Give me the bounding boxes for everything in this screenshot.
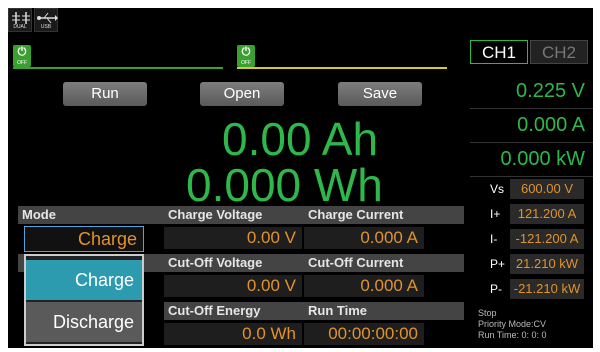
param-label-p-plus: P+ bbox=[490, 257, 506, 271]
usb-icon[interactable]: USB bbox=[34, 8, 58, 32]
power-icon: ⏻ bbox=[17, 46, 27, 58]
ch2-power-state: OFF bbox=[241, 60, 251, 66]
dual-mode-icon[interactable]: DUAL bbox=[8, 8, 32, 32]
ch2-indicator-line bbox=[237, 67, 447, 69]
divider bbox=[470, 176, 593, 177]
cutoff-energy-label: Cut-Off Energy bbox=[164, 302, 304, 320]
tab-ch2[interactable]: CH2 bbox=[530, 40, 588, 64]
priority-mode-text: Priority Mode:CV bbox=[478, 319, 547, 329]
run-state-text: Stop bbox=[478, 308, 497, 318]
param-label-vs: Vs bbox=[490, 182, 505, 196]
power-measurement: 0.000 kW bbox=[500, 148, 585, 170]
tab-ch1[interactable]: CH1 bbox=[470, 40, 528, 64]
charge-voltage-field[interactable]: 0.00 V bbox=[164, 227, 302, 249]
divider bbox=[470, 108, 593, 109]
ch1-indicator-line bbox=[13, 67, 223, 69]
mode-option-charge[interactable]: Charge bbox=[26, 260, 142, 300]
open-button[interactable]: Open bbox=[200, 82, 284, 106]
mode-label: Mode bbox=[18, 206, 164, 224]
cutoff-energy-field[interactable]: 0.0 Wh bbox=[164, 323, 302, 345]
capacity-readout: 0.00 Ah bbox=[222, 113, 379, 165]
param-value-i-plus: 121.200 A bbox=[510, 204, 584, 224]
charge-current-label: Charge Current bbox=[304, 206, 464, 224]
dual-label: DUAL bbox=[13, 24, 27, 30]
cutoff-current-field[interactable]: 0.000 A bbox=[304, 275, 424, 297]
voltage-measurement: 0.225 V bbox=[516, 80, 585, 102]
param-value-p-minus: -21.210 kW bbox=[510, 279, 584, 299]
run-time-label: Run Time bbox=[304, 302, 464, 320]
cutoff-voltage-label: Cut-Off Voltage bbox=[164, 254, 304, 272]
divider bbox=[470, 142, 593, 143]
mode-dropdown: Charge Discharge bbox=[24, 254, 144, 346]
param-label-p-minus: P- bbox=[490, 282, 502, 296]
power-icon: ⏻ bbox=[241, 46, 251, 58]
param-label-i-plus: I+ bbox=[490, 207, 501, 221]
param-value-p-plus: 21.210 kW bbox=[510, 254, 584, 274]
charge-current-field[interactable]: 0.000 A bbox=[304, 227, 424, 249]
charge-voltage-label: Charge Voltage bbox=[164, 206, 304, 224]
param-value-i-minus: -121.200 A bbox=[510, 229, 584, 249]
cutoff-current-label: Cut-Off Current bbox=[304, 254, 464, 272]
ch2-power-button[interactable]: ⏻ OFF bbox=[237, 45, 255, 67]
cutoff-voltage-field[interactable]: 0.00 V bbox=[164, 275, 302, 297]
run-button[interactable]: Run bbox=[63, 82, 147, 106]
instrument-screen: DUAL USB ⏻ OFF ⏻ OFF CH1 CH2 Run Open Sa… bbox=[8, 8, 593, 348]
run-time-field: 00:00:00:00 bbox=[304, 323, 424, 345]
param-label-i-minus: I- bbox=[490, 232, 498, 246]
param-value-vs: 600.00 V bbox=[510, 179, 584, 199]
ch1-power-button[interactable]: ⏻ OFF bbox=[13, 45, 31, 67]
energy-readout: 0.000 Wh bbox=[186, 159, 383, 211]
usb-label: USB bbox=[40, 24, 52, 30]
mode-select[interactable]: Charge bbox=[24, 226, 144, 252]
save-button[interactable]: Save bbox=[338, 82, 422, 106]
run-time-status-text: Run Time: 0: 0: 0 bbox=[478, 330, 547, 340]
current-measurement: 0.000 A bbox=[517, 114, 585, 136]
ch1-power-state: OFF bbox=[17, 60, 27, 66]
mode-option-discharge[interactable]: Discharge bbox=[26, 302, 142, 342]
